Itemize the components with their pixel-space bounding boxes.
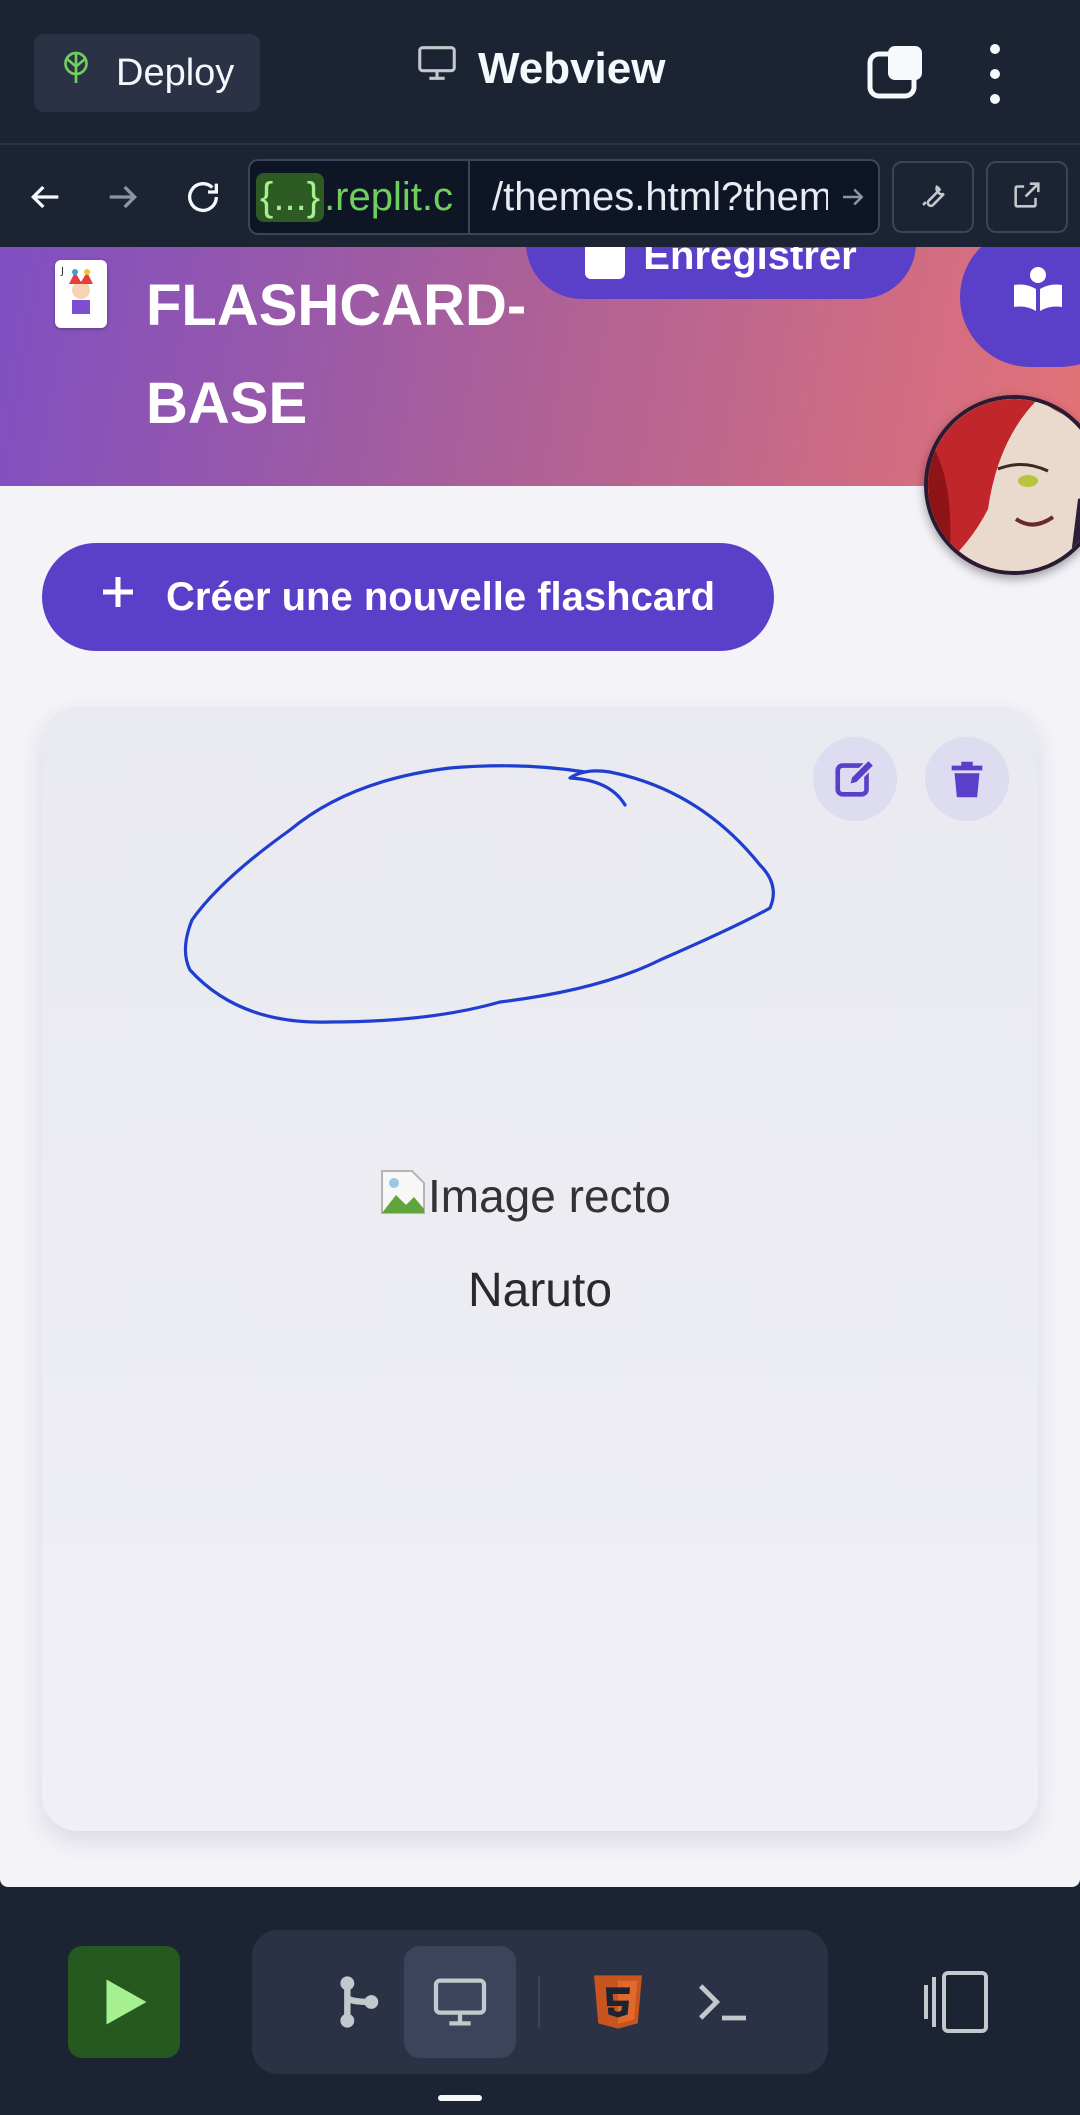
back-arrow-icon[interactable]: [17, 169, 73, 225]
url-input[interactable]: {...} .replit.c /themes.html?them: [248, 159, 880, 235]
trash-icon: [951, 761, 983, 798]
url-path: /themes.html?them: [492, 174, 828, 219]
pane-title-label: Webview: [478, 43, 666, 93]
url-host-suffix: .replit.c: [324, 174, 453, 219]
webview-tool-button[interactable]: [404, 1946, 516, 2058]
tool-switcher: [252, 1930, 828, 2074]
edit-button[interactable]: [813, 737, 897, 821]
replit-top-bar: Deploy Webview: [0, 0, 1080, 145]
play-icon: [106, 1979, 147, 2025]
delete-button[interactable]: [925, 737, 1009, 821]
save-icon: [585, 247, 626, 279]
joker-card-logo: J: [55, 260, 107, 328]
save-button[interactable]: Enregistrer: [526, 247, 916, 299]
flashcard[interactable]: Image recto Naruto: [42, 707, 1038, 1831]
deploy-icon: [58, 50, 94, 96]
app-title: FLASHCARD- BASE: [146, 257, 566, 453]
svg-text:J: J: [60, 266, 64, 277]
card-front-image: Image recto: [380, 1169, 671, 1223]
url-bar: {...} .replit.c /themes.html?them: [0, 147, 1080, 247]
git-tool-button[interactable]: [302, 1946, 414, 2058]
tabs-switcher-icon[interactable]: [866, 44, 926, 100]
url-host-prefix: {...}: [256, 172, 325, 222]
reload-icon[interactable]: [175, 169, 231, 225]
create-flashcard-label: Créer une nouvelle flashcard: [166, 574, 716, 619]
external-link-icon: [1010, 178, 1044, 217]
pane-title: Webview: [414, 40, 665, 97]
deploy-button[interactable]: Deploy: [34, 34, 260, 112]
html5-icon: [594, 1975, 642, 2029]
plus-icon: [98, 572, 138, 622]
save-label: Enregistrer: [643, 247, 857, 278]
tool-separator: [538, 1976, 540, 2028]
wrench-icon: [916, 178, 950, 217]
webview-icon: [433, 1978, 487, 2026]
forward-arrow-icon[interactable]: [95, 169, 151, 225]
replit-bottom-bar: [0, 1887, 1080, 2115]
card-front-image-alt: Image recto: [428, 1170, 671, 1222]
more-options-icon[interactable]: [980, 44, 1010, 104]
card-front-word: Naruto: [467, 1264, 613, 1317]
open-new-tab-button[interactable]: [986, 161, 1068, 233]
go-arrow-icon[interactable]: [828, 182, 878, 212]
reader-button[interactable]: [960, 247, 1080, 367]
broken-image-icon: [380, 1169, 426, 1215]
html-tool-button[interactable]: [562, 1946, 674, 2058]
app-title-line2: BASE: [146, 371, 308, 436]
url-host: {...} .replit.c: [250, 161, 470, 233]
webview-content: J FLASHCARD- BASE Enregistrer Créer une …: [0, 247, 1080, 1887]
deploy-label: Deploy: [116, 51, 235, 94]
devtools-button[interactable]: [892, 161, 974, 233]
app-header: J FLASHCARD- BASE Enregistrer: [0, 247, 1080, 486]
git-icon: [340, 1976, 379, 2028]
run-button[interactable]: [68, 1946, 180, 2058]
shell-icon: [698, 1984, 746, 2021]
home-indicator: [438, 2095, 482, 2101]
app-title-line1: FLASHCARD-: [146, 273, 527, 338]
book-reader-icon: [1014, 267, 1062, 311]
shell-tool-button[interactable]: [666, 1946, 778, 2058]
create-flashcard-button[interactable]: Créer une nouvelle flashcard: [42, 543, 774, 651]
monitor-icon: [414, 40, 460, 97]
edit-icon: [835, 758, 876, 797]
layout-toggle-icon[interactable]: [922, 1967, 992, 2037]
